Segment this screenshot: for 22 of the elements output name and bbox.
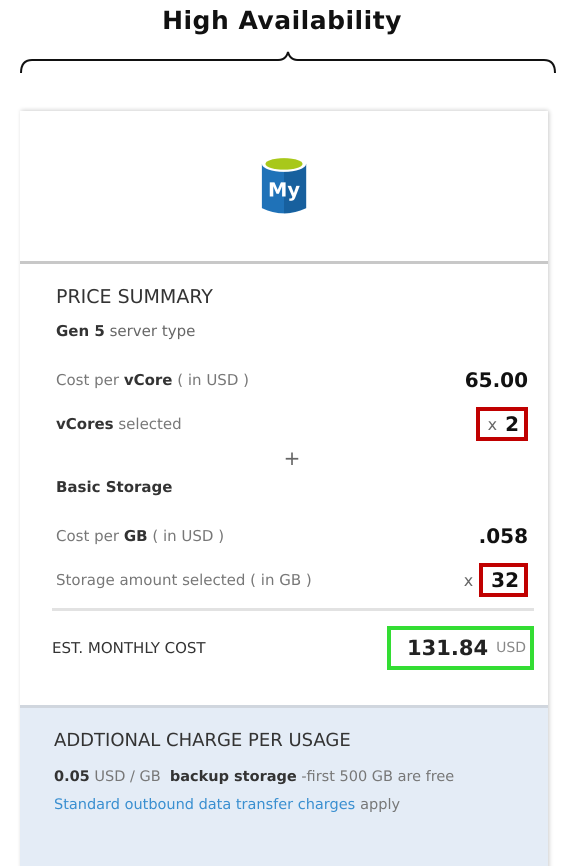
section-heading: Basic Storage — [56, 478, 174, 496]
row-label: Cost per GB ( in USD ) — [56, 527, 224, 545]
section-heading: Gen 5 server type — [56, 322, 196, 340]
total-label: EST. MONTHLY COST — [52, 639, 206, 657]
row-value: .058 — [478, 524, 528, 548]
row-label: Storage amount selected ( in GB ) — [56, 571, 312, 589]
link-suffix: apply — [360, 797, 400, 813]
section-title: High Availability — [161, 5, 403, 35]
row-label: Cost per vCore ( in USD ) — [56, 371, 249, 389]
usage-text: 0.05 USD / GB backup storage -first 500 GB are free — [54, 769, 456, 785]
row-value: 65.00 — [464, 368, 528, 392]
total-value: 131.84 — [407, 636, 488, 660]
multiply-sign: x — [488, 414, 498, 434]
summary-title: PRICE SUMMARY — [56, 286, 214, 308]
currency-unit: USD — [496, 640, 526, 656]
row-value: 2 — [505, 412, 519, 436]
usage-title: ADDTIONAL CHARGE PER USAGE — [54, 730, 352, 751]
plus-sign: + — [282, 446, 302, 470]
row-value: 32 — [491, 568, 519, 592]
transfer-charges-link[interactable]: Standard outbound data transfer charges — [54, 797, 356, 813]
multiply-sign: x — [464, 570, 474, 590]
row-label: vCores selected — [56, 415, 182, 433]
